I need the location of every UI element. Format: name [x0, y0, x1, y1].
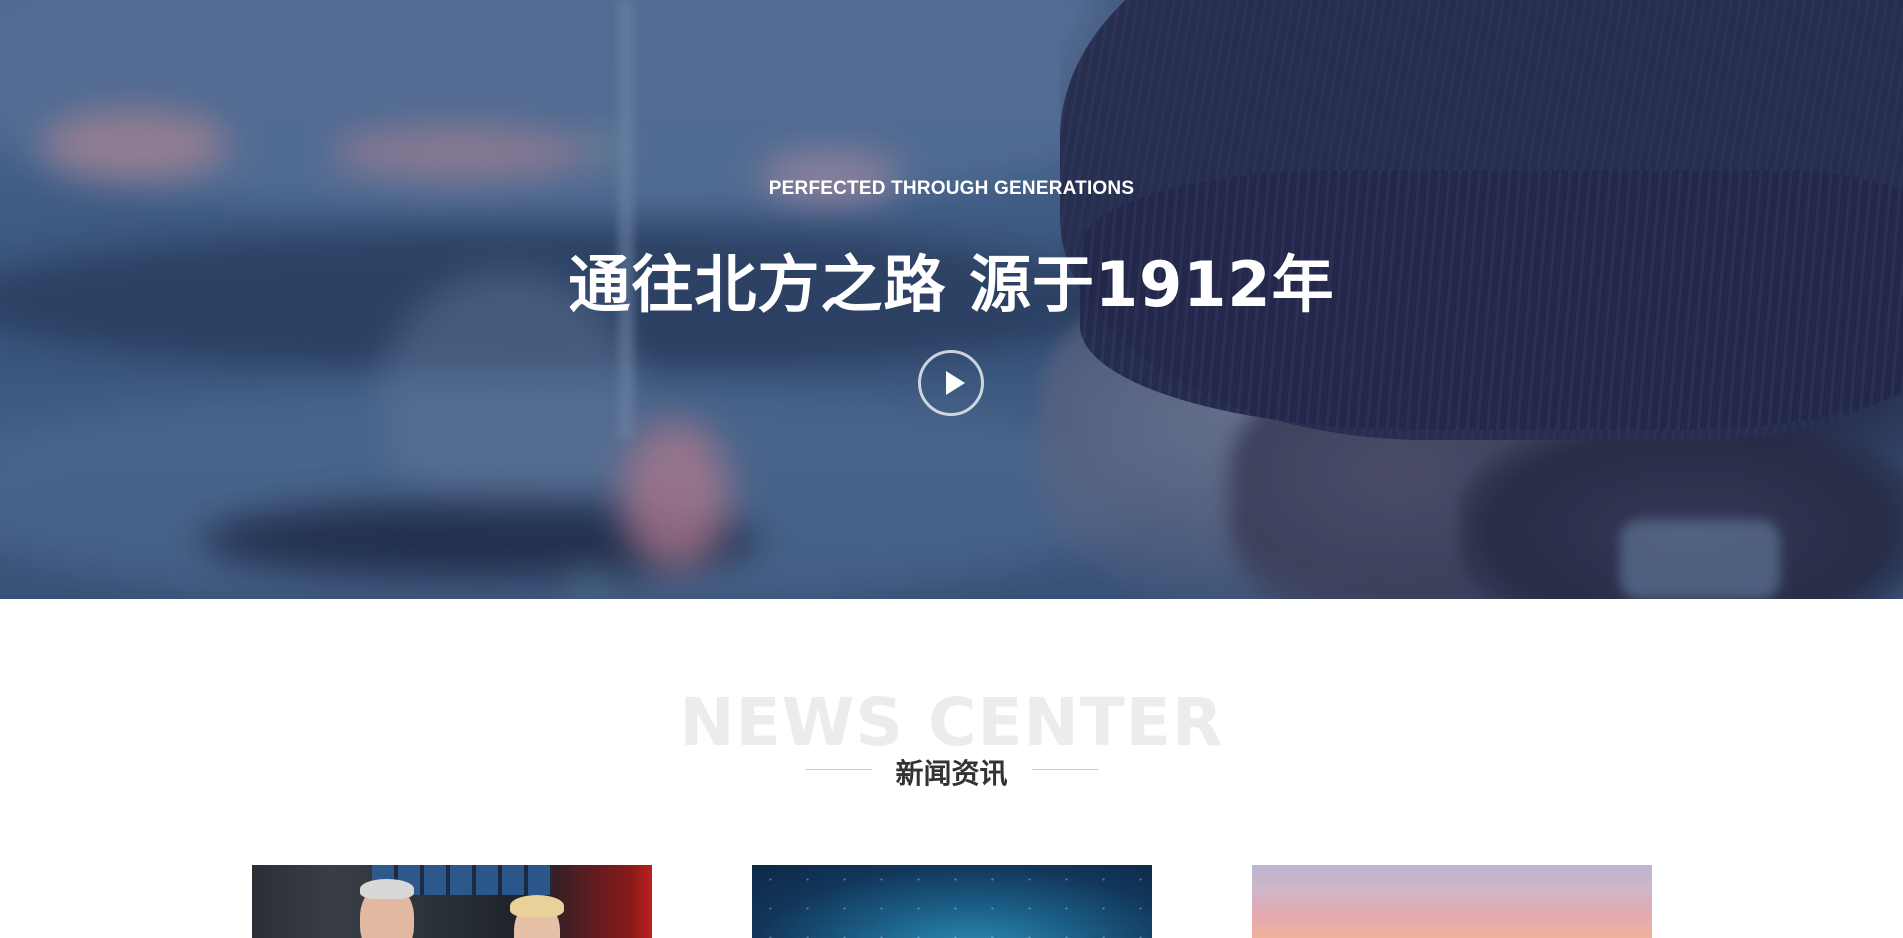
news-card-3[interactable]: [1252, 865, 1652, 938]
news-title-cn: 新闻资讯: [895, 757, 1008, 790]
hero-title: 通往北方之路 源于1912年: [568, 248, 1335, 321]
news-card-1[interactable]: [252, 865, 652, 938]
title-divider-right: [1032, 769, 1098, 770]
hero-content: PERFECTED THROUGH GENERATIONS 通往北方之路 源于1…: [0, 0, 1903, 599]
page: PERFECTED THROUGH GENERATIONS 通往北方之路 源于1…: [0, 0, 1903, 938]
play-video-button[interactable]: [918, 350, 984, 416]
hero-banner: PERFECTED THROUGH GENERATIONS 通往北方之路 源于1…: [0, 0, 1903, 599]
play-icon: [946, 371, 965, 395]
news-card-2[interactable]: [752, 865, 1152, 938]
hero-kicker: PERFECTED THROUGH GENERATIONS: [768, 178, 1135, 199]
news-title-en: NEWS CENTER: [679, 684, 1224, 761]
night-sky-image: [752, 865, 1152, 938]
